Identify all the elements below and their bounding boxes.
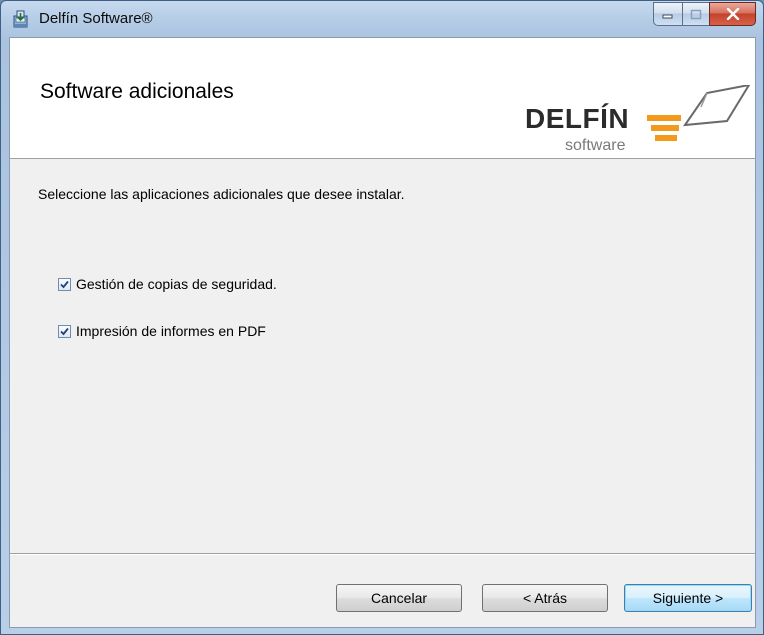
close-button[interactable] — [709, 2, 756, 26]
minimize-icon — [662, 14, 673, 19]
logo-mark-icon — [647, 85, 751, 141]
checkmark-icon — [60, 280, 69, 288]
title-bar[interactable]: Delfín Software® — [1, 1, 763, 37]
window-title: Delfín Software® — [39, 10, 153, 27]
option-backup[interactable]: Gestión de copias de seguridad. — [58, 276, 277, 292]
footer-divider — [10, 553, 755, 555]
logo-wordmark: DELFÍN — [525, 103, 630, 134]
pdf-reports-checkbox[interactable] — [58, 324, 71, 338]
delfin-logo: DELFÍN software — [525, 85, 757, 159]
option-pdf-reports[interactable]: Impresión de informes en PDF — [58, 323, 266, 339]
logo-subtext: software — [565, 137, 626, 154]
checkmark-icon — [60, 327, 69, 335]
minimize-button[interactable] — [653, 2, 682, 26]
close-icon — [726, 8, 739, 20]
backup-checkbox[interactable] — [58, 277, 71, 291]
installer-window: Delfín Software® Software adicionales DE… — [0, 0, 764, 635]
back-button[interactable]: < Atrás — [482, 584, 608, 612]
installer-icon — [13, 10, 28, 28]
page-title: Software adicionales — [40, 80, 234, 103]
caption-buttons — [653, 2, 756, 26]
pdf-reports-label: Impresión de informes en PDF — [76, 323, 266, 339]
cancel-button[interactable]: Cancelar — [336, 584, 462, 612]
backup-label: Gestión de copias de seguridad. — [76, 276, 277, 292]
dialog-client-area: Software adicionales DELFÍN software Sel… — [9, 37, 756, 628]
header-banner: Software adicionales DELFÍN software — [10, 38, 755, 159]
maximize-button[interactable] — [682, 2, 709, 26]
instruction-text: Seleccione las aplicaciones adicionales … — [38, 186, 405, 202]
next-button[interactable]: Siguiente > — [624, 584, 752, 612]
maximize-icon — [690, 9, 702, 19]
